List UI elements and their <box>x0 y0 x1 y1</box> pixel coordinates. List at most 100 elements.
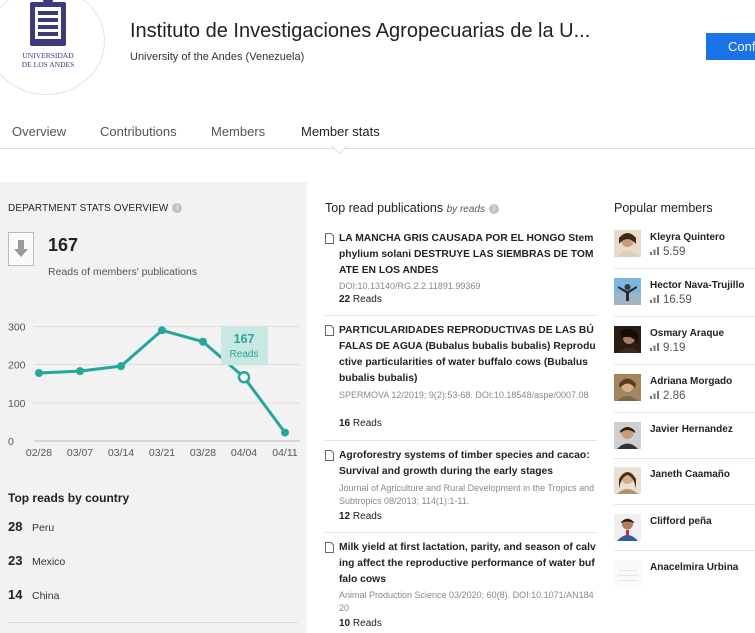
bars-icon <box>650 391 659 399</box>
data-point[interactable] <box>76 367 84 376</box>
divider <box>325 315 597 316</box>
country-count: 23 <box>8 553 23 568</box>
institution-university[interactable]: University of the Andes (Venezuela) <box>130 51 304 63</box>
data-point[interactable] <box>237 370 251 384</box>
member-item[interactable]: Anacelmira Urbina <box>614 560 755 600</box>
document-icon <box>325 325 334 336</box>
tab-contributions[interactable]: Contributions <box>100 124 177 139</box>
member-name-link[interactable]: Osmary Araque <box>650 328 724 339</box>
tooltip-label: Reads <box>230 349 259 360</box>
tooltip-value: 167 <box>234 332 255 346</box>
logo-text-line1: UNIVERSIDAD <box>22 51 74 60</box>
institution-logo[interactable]: UNIVERSIDAD DE LOS ANDES <box>0 0 104 94</box>
country-count: 28 <box>8 519 23 534</box>
tab-members[interactable]: Members <box>211 124 265 139</box>
publication-reads-label: Reads <box>352 294 382 305</box>
member-item[interactable]: Osmary Araque 9.19 <box>614 326 755 366</box>
confirm-affiliation-button[interactable]: Confi <box>706 33 755 60</box>
publication-meta: Animal Production Science 03/2020; 60(8)… <box>339 590 594 613</box>
data-point[interactable] <box>117 362 125 371</box>
member-score: 16.59 <box>650 294 692 306</box>
publication-item: PARTICULARIDADES REPRODUCTIVAS DE LAS BÚ… <box>325 323 597 435</box>
member-score: 5.59 <box>650 246 685 258</box>
info-icon[interactable]: i <box>488 203 499 214</box>
member-name-link[interactable]: Clifford peña <box>650 516 712 527</box>
reads-line-chart: 0 100 200 300 02/28 03/07 03/14 03/21 03/28 04/0… <box>8 321 300 459</box>
divider <box>614 412 755 413</box>
avatar[interactable] <box>614 326 641 353</box>
department-stats-title: DEPARTMENT STATS OVERVIEW i <box>8 203 183 214</box>
country-name: Peru <box>32 522 55 534</box>
member-name-link[interactable]: Javier Hernandez <box>650 424 733 435</box>
member-item[interactable]: Clifford peña <box>614 514 755 554</box>
logo-text-line2: DE LOS ANDES <box>22 60 75 69</box>
country-name: Mexico <box>32 556 66 568</box>
avatar[interactable] <box>614 422 641 449</box>
publication-meta: Journal of Agriculture and Rural Develop… <box>339 483 595 506</box>
top-publications-subtitle: by reads <box>446 204 485 215</box>
data-point[interactable] <box>158 326 166 335</box>
publication-reads-count: 10 <box>339 618 351 629</box>
publication-reads-label: Reads <box>352 418 382 429</box>
member-item[interactable]: Janeth Caamaño <box>614 467 755 507</box>
member-item[interactable]: Kleyra Quintero 5.59 <box>614 230 755 270</box>
divider <box>8 622 298 623</box>
member-name-link[interactable]: Kleyra Quintero <box>650 232 725 243</box>
publication-title-link[interactable]: Milk yield at first lactation, parity, a… <box>339 540 597 588</box>
y-tick-label: 100 <box>8 398 26 410</box>
member-name-link[interactable]: Hector Nava-Trujillo <box>650 280 744 291</box>
info-icon[interactable]: i <box>172 203 183 214</box>
bars-icon <box>650 247 659 255</box>
publication-reads: 16 Reads <box>339 418 382 429</box>
member-item[interactable]: Javier Hernandez <box>614 422 755 462</box>
member-score: 9.19 <box>650 342 685 354</box>
data-point[interactable] <box>35 369 43 378</box>
publication-title-link[interactable]: PARTICULARIDADES REPRODUCTIVAS DE LAS BÚ… <box>339 323 597 387</box>
member-name-link[interactable]: Janeth Caamaño <box>650 469 730 480</box>
publication-reads-label: Reads <box>352 511 382 522</box>
avatar[interactable] <box>614 278 641 305</box>
member-item[interactable]: Adriana Morgado 2.86 <box>614 374 755 414</box>
member-score: 2.86 <box>650 390 685 402</box>
department-stats-panel: DEPARTMENT STATS OVERVIEW i 167 Reads of … <box>0 182 307 633</box>
y-tick-label: 300 <box>8 321 26 333</box>
top-publications-title-text: Top read publications <box>325 201 444 215</box>
download-reads-icon <box>8 232 34 266</box>
tab-overview[interactable]: Overview <box>12 124 66 139</box>
data-point[interactable] <box>281 428 289 437</box>
navigation-tabs: Overview Contributions Members Member st… <box>0 118 755 149</box>
member-name-link[interactable]: Adriana Morgado <box>650 376 732 387</box>
avatar[interactable] <box>614 374 641 401</box>
member-name-link[interactable]: Anacelmira Urbina <box>650 562 738 573</box>
top-reads-by-country-title: Top reads by country <box>8 491 130 505</box>
bars-icon <box>650 295 659 303</box>
institution-title: Instituto de Investigaciones Agropecuari… <box>130 20 591 42</box>
document-icon <box>325 542 334 553</box>
publication-title-link[interactable]: LA MANCHA GRIS CAUSADA POR EL HONGO Stem… <box>339 231 597 279</box>
publication-title-link[interactable]: Agroforestry systems of timber species a… <box>339 448 597 480</box>
total-reads-value: 167 <box>48 235 79 255</box>
avatar[interactable] <box>614 560 641 587</box>
member-score-value: 16.59 <box>663 294 692 306</box>
country-name: China <box>32 590 60 602</box>
member-item[interactable]: Hector Nava-Trujillo 16.59 <box>614 278 755 318</box>
divider <box>614 458 755 459</box>
department-stats-title-text: DEPARTMENT STATS OVERVIEW <box>8 203 169 214</box>
y-tick-label: 200 <box>8 360 26 372</box>
x-tick-label: 03/21 <box>149 447 175 459</box>
avatar[interactable] <box>614 514 641 541</box>
publication-meta: DOI:10.13140/RG.2.2.11891.99369 <box>339 281 481 291</box>
institution-header: UNIVERSIDAD DE LOS ANDES Instituto de In… <box>0 0 755 110</box>
data-point[interactable] <box>199 337 207 346</box>
bars-icon <box>650 343 659 351</box>
top-publications-title: Top read publications by reads i <box>325 201 499 215</box>
x-tick-label: 03/14 <box>108 447 134 459</box>
publication-reads-label: Reads <box>352 618 382 629</box>
tab-member-stats[interactable]: Member stats <box>301 124 380 139</box>
y-tick-label: 0 <box>8 436 14 448</box>
avatar[interactable] <box>614 467 641 494</box>
publication-reads: 12 Reads <box>339 511 382 522</box>
publication-item: LA MANCHA GRIS CAUSADA POR EL HONGO Stem… <box>325 231 597 311</box>
avatar[interactable] <box>614 230 641 257</box>
divider <box>614 268 755 269</box>
